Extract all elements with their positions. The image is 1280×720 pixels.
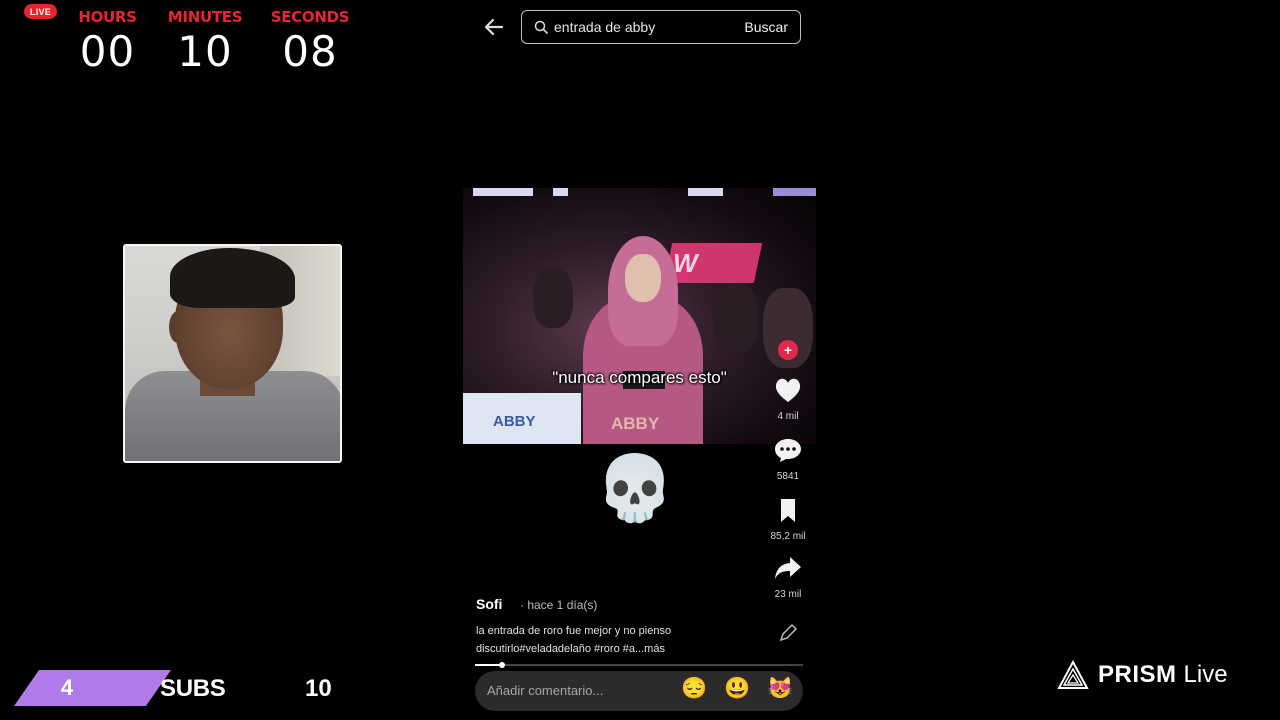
hours-value: 00 — [79, 27, 136, 76]
comment-input-bar[interactable]: Añadir comentario... 😔 😃 😻 — [475, 671, 803, 711]
search-bar[interactable]: entrada de abby Buscar — [521, 10, 801, 44]
abby-shirt-text: ABBY — [611, 414, 660, 433]
video-performer — [583, 236, 703, 444]
share-action[interactable]: 23 mil — [763, 554, 813, 600]
video-progress-fill — [475, 664, 501, 666]
comment-input[interactable]: Añadir comentario... — [487, 683, 603, 698]
skull-emoji-icon: 💀 — [595, 452, 675, 524]
webcam-overlay — [123, 244, 342, 463]
minutes-column: MINUTES 10 — [165, 8, 245, 76]
video-progress-knob[interactable] — [499, 662, 505, 668]
share-count: 23 mil — [774, 589, 802, 600]
heart-icon — [775, 378, 801, 402]
prism-live-logo: PRISM Live — [1057, 660, 1228, 690]
phone-screen: entrada de abby Buscar W ABBY ABBY "nunc… — [463, 0, 818, 720]
stage-light — [553, 188, 568, 196]
like-count: 4 mil — [777, 411, 799, 422]
like-action[interactable]: 4 mil — [763, 376, 813, 422]
back-arrow-icon[interactable] — [481, 14, 507, 40]
stage-light — [773, 188, 816, 196]
heart-eyes-cat-emoji-icon[interactable]: 😻 — [767, 678, 793, 699]
search-input[interactable]: entrada de abby — [554, 19, 655, 35]
video-progress-bar[interactable] — [475, 662, 803, 668]
comment-bubble-icon — [775, 439, 801, 462]
search-icon — [534, 20, 548, 34]
minutes-value: 10 — [177, 27, 233, 76]
prism-triangle-icon — [1057, 660, 1089, 689]
hours-column: HOURS 00 — [75, 8, 140, 76]
save-action[interactable]: 85,2 mil — [763, 496, 813, 542]
crowd-figure — [533, 268, 573, 328]
crowd-figure — [713, 283, 758, 353]
search-button[interactable]: Buscar — [744, 19, 788, 35]
seconds-column: SECONDS 08 — [270, 8, 350, 76]
live-badge: LIVE — [24, 4, 57, 19]
prism-brand-name: PRISM — [1098, 661, 1177, 688]
bookmark-icon — [781, 499, 795, 522]
stage-light — [473, 188, 533, 196]
pensive-emoji-icon[interactable]: 😔 — [681, 678, 707, 699]
seconds-value: 08 — [282, 27, 338, 76]
abby-sign-text: ABBY — [493, 413, 536, 430]
post-description-line1: la entrada de roro fue mejor y no pienso — [476, 625, 672, 637]
hours-label: HOURS — [78, 8, 137, 26]
comment-count: 5841 — [776, 471, 800, 482]
follow-plus-icon[interactable]: + — [778, 340, 798, 360]
post-description-line2[interactable]: discutirlo#veladadelaño #roro #a...más — [476, 643, 665, 655]
stage-light — [688, 188, 723, 196]
minutes-label: MINUTES — [167, 8, 243, 26]
edit-pencil-icon[interactable] — [777, 622, 799, 644]
seconds-label: SECONDS — [270, 8, 350, 26]
subs-current: 4 — [60, 675, 74, 700]
countdown-timer: HOURS 00 MINUTES 10 SECONDS 08 — [70, 8, 360, 78]
save-count: 85,2 mil — [770, 531, 806, 542]
subs-goal-bar — [14, 670, 171, 706]
subs-target: 10 — [305, 675, 332, 702]
smiley-emoji-icon[interactable]: 😃 — [724, 678, 750, 699]
prism-brand-suffix: Live — [1183, 661, 1228, 688]
post-author[interactable]: Sofi — [476, 596, 502, 612]
post-time: · hace 1 día(s) — [520, 598, 598, 612]
webcam-person-hair — [170, 248, 295, 308]
performer-face — [625, 254, 661, 302]
comment-action[interactable]: 5841 — [763, 436, 813, 482]
subs-label: SUBS — [160, 675, 226, 702]
share-arrow-icon — [775, 557, 801, 579]
